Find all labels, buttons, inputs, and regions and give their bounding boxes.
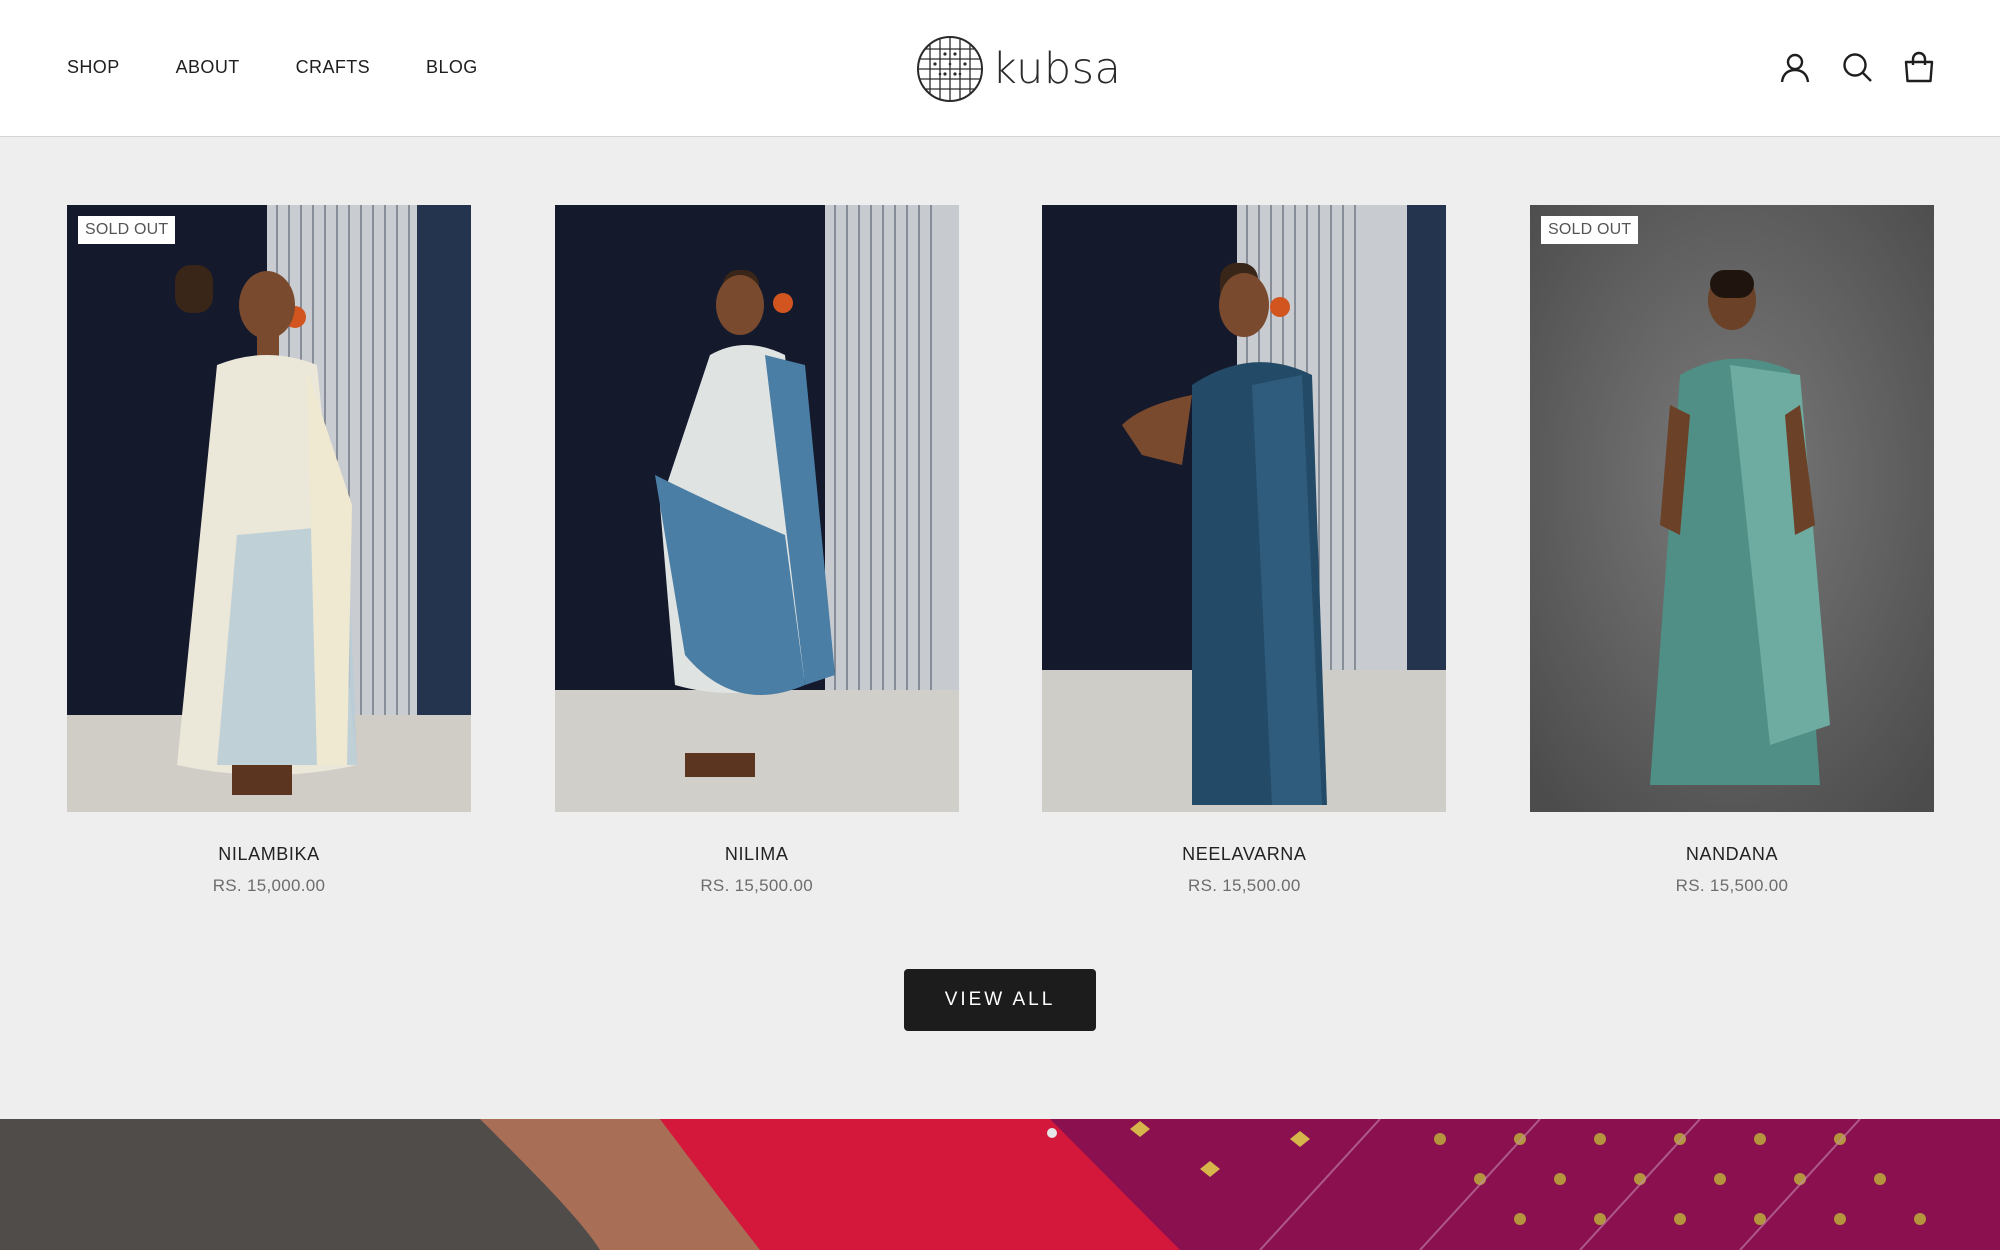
sold-out-badge: SOLD OUT bbox=[1540, 216, 1639, 244]
nav-link-about[interactable]: ABOUT bbox=[176, 56, 240, 78]
product-price: RS. 15,000.00 bbox=[212, 876, 326, 895]
featured-banner-image bbox=[0, 1119, 2000, 1250]
logo-wordmark: kubsa bbox=[992, 43, 1122, 94]
view-all-button[interactable]: VIEW ALL bbox=[904, 969, 1096, 1031]
product-card[interactable]: SOLD OUT NILAMBIKA RS. 15,000.00 bbox=[67, 205, 471, 896]
product-card[interactable]: NILIMA RS. 15,500.00 bbox=[554, 205, 959, 896]
cart-bag-icon[interactable] bbox=[1903, 51, 1935, 83]
banner-textile-photo bbox=[0, 1119, 2000, 1250]
product-price: RS. 15,500.00 bbox=[700, 876, 813, 895]
main-nav: SHOP ABOUT CRAFTS BLOG bbox=[67, 56, 534, 78]
nav-link-blog[interactable]: BLOG bbox=[426, 56, 478, 78]
site-logo[interactable]: kubsa bbox=[916, 34, 1121, 104]
product-grid: SOLD OUT NILAMBIKA RS. 15,000.00 NILIMA … bbox=[67, 205, 1934, 896]
header-actions bbox=[1779, 51, 1935, 83]
product-photo-neelavarna bbox=[1042, 205, 1447, 812]
logo-grid-emblem bbox=[917, 36, 983, 102]
product-photo-nandana bbox=[1529, 205, 1934, 812]
site-header: SHOP ABOUT CRAFTS BLOG kubsa bbox=[0, 0, 2000, 137]
product-name[interactable]: NEELAVARNA bbox=[1042, 843, 1446, 865]
account-icon[interactable] bbox=[1779, 51, 1811, 83]
product-image[interactable]: SOLD OUT bbox=[1529, 205, 1934, 812]
product-photo-nilambika bbox=[67, 205, 471, 812]
product-image[interactable] bbox=[1042, 205, 1447, 812]
nav-link-crafts[interactable]: CRAFTS bbox=[296, 56, 370, 78]
nav-link-shop[interactable]: SHOP bbox=[67, 56, 120, 78]
sold-out-badge: SOLD OUT bbox=[78, 216, 176, 244]
product-name[interactable]: NILAMBIKA bbox=[67, 843, 471, 865]
product-card[interactable]: SOLD OUT NANDANA RS. 15,500.00 bbox=[1529, 205, 1934, 896]
product-image[interactable] bbox=[554, 205, 959, 812]
product-price: RS. 15,500.00 bbox=[1675, 876, 1789, 895]
product-photo-nilima bbox=[554, 205, 959, 812]
product-name[interactable]: NILIMA bbox=[555, 843, 959, 865]
product-name[interactable]: NANDANA bbox=[1530, 843, 1934, 865]
product-image[interactable]: SOLD OUT bbox=[67, 205, 471, 812]
search-icon[interactable] bbox=[1841, 51, 1873, 83]
product-card[interactable]: NEELAVARNA RS. 15,500.00 bbox=[1042, 205, 1447, 896]
product-price: RS. 15,500.00 bbox=[1188, 876, 1301, 895]
